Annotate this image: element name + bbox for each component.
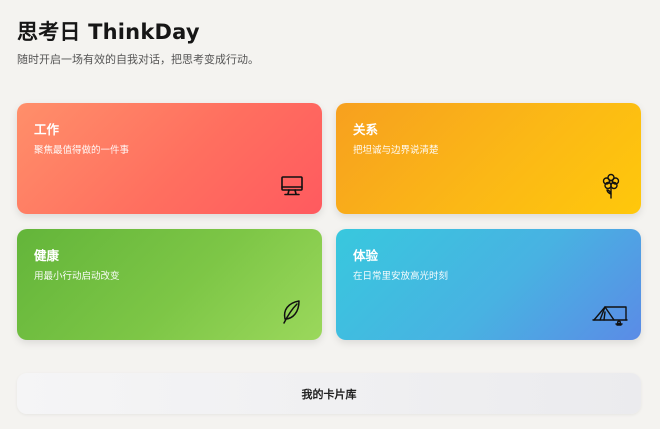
card-title: 体验 (353, 248, 379, 263)
card-relationship[interactable]: 关系 把坦诚与边界说清楚 (336, 103, 641, 214)
page-title: 思考日 ThinkDay (17, 20, 200, 44)
tent-icon (592, 298, 628, 326)
card-description: 聚焦最值得做的一件事 (34, 145, 130, 156)
card-health[interactable]: 健康 用最小行动启动改变 (17, 229, 322, 340)
card-description: 用最小行动启动改变 (34, 271, 120, 282)
card-library-button[interactable]: 我的卡片库 (17, 373, 641, 414)
card-experience[interactable]: 体验 在日常里安放高光时刻 (336, 229, 641, 340)
leaf-icon (278, 298, 306, 326)
card-description: 在日常里安放高光时刻 (353, 271, 449, 282)
card-title: 健康 (34, 248, 60, 263)
card-title: 关系 (353, 122, 379, 137)
card-work[interactable]: 工作 聚焦最值得做的一件事 (17, 103, 322, 214)
topic-card-grid: 工作 聚焦最值得做的一件事 关系 把坦诚与边界说清楚 健康 用最小行动启动改变 … (17, 103, 641, 340)
flower-icon (597, 172, 625, 200)
page-subtitle: 随时开启一场有效的自我对话，把思考变成行动。 (17, 53, 259, 66)
card-description: 把坦诚与边界说清楚 (353, 145, 439, 156)
card-title: 工作 (34, 122, 60, 137)
computer-icon (278, 172, 306, 200)
page-header: 思考日 ThinkDay 随时开启一场有效的自我对话，把思考变成行动。 (17, 18, 259, 67)
